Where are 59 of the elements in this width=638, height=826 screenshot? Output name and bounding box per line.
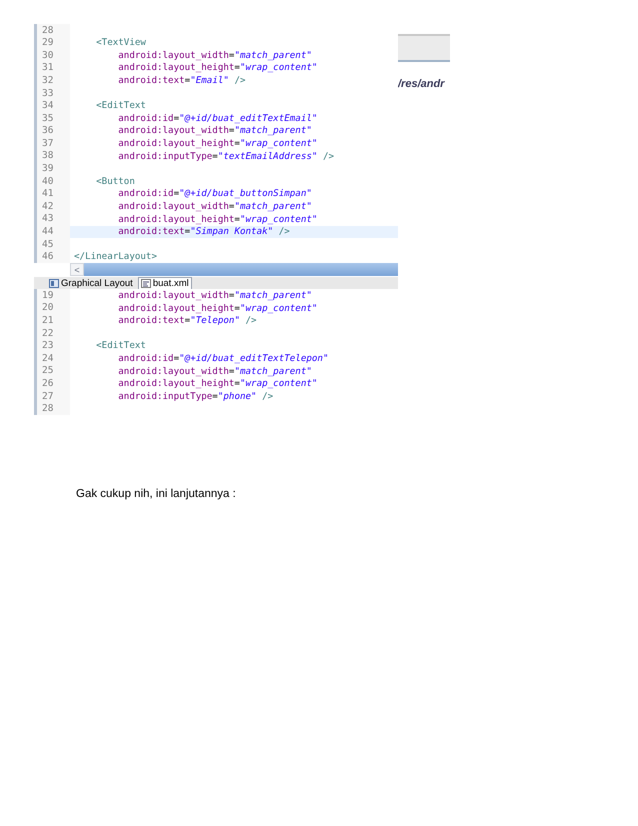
editor-tab[interactable]: buat.xml bbox=[138, 277, 192, 290]
code-line: android:layout_height="wrap_content" bbox=[117, 139, 318, 148]
line-number: 38 bbox=[42, 151, 54, 161]
line-number: 40 bbox=[42, 176, 54, 186]
code-line: android:layout_width="match_parent" bbox=[117, 202, 312, 212]
line-number: 46 bbox=[42, 252, 54, 262]
line-number: 20 bbox=[42, 303, 54, 313]
line-number: 25 bbox=[42, 366, 54, 376]
line-number: 37 bbox=[42, 138, 54, 148]
code-line: android:layout_width="match_parent" bbox=[117, 50, 312, 60]
code-line: android:layout_height="wrap_content" bbox=[117, 63, 318, 73]
editor-tab[interactable]: Graphical Layout bbox=[46, 277, 136, 290]
scroll-left-button[interactable]: < bbox=[70, 263, 84, 276]
line-number: 42 bbox=[42, 202, 54, 212]
code-line: android:text="Telepon" /> bbox=[117, 316, 257, 326]
line-number: 34 bbox=[42, 101, 54, 111]
code-line: android:inputType="textEmailAddress" /> bbox=[117, 152, 334, 161]
code-line: <Button bbox=[95, 176, 135, 186]
layout-icon bbox=[49, 279, 59, 288]
line-number: 24 bbox=[42, 354, 54, 364]
toolbar-strip bbox=[398, 34, 450, 62]
caption-text: Gak cukup nih, ini lanjutannya : bbox=[76, 487, 236, 502]
line-number: 27 bbox=[42, 392, 54, 402]
line-number: 36 bbox=[42, 126, 54, 136]
code-line: android:layout_width="match_parent" bbox=[117, 366, 312, 376]
code-line: android:text="Email" /> bbox=[117, 76, 246, 86]
line-number: 21 bbox=[42, 316, 54, 326]
code-line: android:layout_height="wrap_content" bbox=[117, 214, 318, 224]
line-number: 45 bbox=[42, 240, 54, 250]
line-number: 39 bbox=[42, 164, 54, 174]
line-number: 23 bbox=[42, 341, 54, 351]
code-line: </LinearLayout> bbox=[74, 252, 157, 262]
code-line: android:layout_height="wrap_content" bbox=[117, 379, 318, 388]
line-number: 29 bbox=[42, 38, 54, 48]
line-number: 35 bbox=[42, 114, 54, 124]
code-line: <EditText bbox=[95, 101, 146, 110]
line-number: 31 bbox=[42, 63, 54, 73]
code-line: <EditText bbox=[95, 341, 146, 351]
line-number: 28 bbox=[42, 26, 54, 36]
code-line: android:id="@+id/buat_buttonSimpan" bbox=[117, 189, 312, 199]
line-number: 41 bbox=[42, 189, 54, 199]
code-line: android:layout_height="wrap_content" bbox=[117, 304, 318, 313]
line-number: 26 bbox=[42, 378, 54, 388]
line-number: 43 bbox=[42, 214, 54, 224]
code-line: android:id="@+id/buat_editTextTelepon" bbox=[117, 354, 328, 364]
line-number: 44 bbox=[42, 227, 54, 237]
code-line: <TextView bbox=[95, 38, 146, 48]
line-number: 22 bbox=[42, 328, 54, 338]
code-line: android:text="Simpan Kontak" /> bbox=[117, 227, 290, 236]
code-line: android:layout_width="match_parent" bbox=[117, 126, 312, 136]
code-line: android:id="@+id/buat_editTextEmail" bbox=[117, 114, 318, 124]
horizontal-scrollbar[interactable] bbox=[84, 263, 398, 276]
line-number: 33 bbox=[42, 88, 54, 98]
code-line: android:inputType="phone" /> bbox=[117, 392, 274, 401]
line-number: 32 bbox=[42, 76, 54, 86]
code-line: android:layout_width="match_parent" bbox=[117, 290, 312, 300]
line-number: 19 bbox=[42, 290, 54, 300]
line-number: 30 bbox=[42, 50, 54, 60]
line-number: 28 bbox=[42, 404, 54, 414]
